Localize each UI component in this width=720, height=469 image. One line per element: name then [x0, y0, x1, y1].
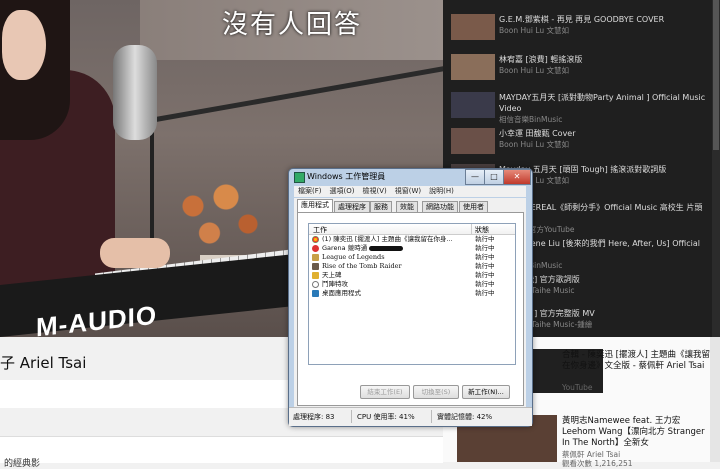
- menu-windows[interactable]: 視窗(W): [395, 186, 421, 197]
- task-name: Rise of the Tomb Raider: [322, 262, 402, 270]
- recommendation-channel: Boon Hui Lu 文慧如: [499, 140, 570, 149]
- cpu-usage: CPU 使用率: 41%: [357, 413, 415, 421]
- singer-face: [2, 10, 46, 80]
- task-row[interactable]: (1) 陳奕迅 [擺渡人] 主題曲《讓我留在你身... 執行中: [309, 235, 515, 244]
- tab-applications[interactable]: 應用程式: [297, 199, 333, 213]
- overwatch-icon: [312, 281, 319, 288]
- task-status: 執行中: [475, 289, 495, 297]
- description-card: [0, 436, 443, 463]
- mic-boom: [149, 65, 443, 123]
- recommendation-title[interactable]: 黃明志Namewee feat. 王力宏 Leehom Wang【漂向北方 St…: [562, 416, 712, 449]
- microphone: [113, 45, 157, 140]
- description-text: 的經典影: [4, 459, 41, 469]
- recommendation-title[interactable]: 林宥嘉 [浪費] 輕搖滾版: [499, 54, 709, 65]
- task-name: (1) 陳奕迅 [擺渡人] 主題曲《讓我留在你身...: [322, 235, 453, 243]
- task-status: 執行中: [475, 244, 495, 252]
- column-task[interactable]: 工作: [313, 225, 327, 235]
- menu-file[interactable]: 檔案(F): [298, 186, 322, 197]
- memory-usage: 實體記憶體: 42%: [437, 413, 493, 421]
- task-row[interactable]: 鬥陣特攻 執行中: [309, 280, 515, 289]
- task-row[interactable]: League of Legends 執行中: [309, 253, 515, 262]
- recommendation-title[interactable]: G.E.M.鄧紫棋 - 再見 再見 GOODBYE COVER: [499, 14, 709, 25]
- desktop-app-icon: [312, 290, 319, 297]
- column-divider[interactable]: [471, 224, 472, 234]
- redaction-mark: [369, 246, 403, 251]
- singer-hand: [100, 238, 170, 268]
- task-row[interactable]: Garena 競時通 - 執行中: [309, 244, 515, 253]
- recommendation-channel: Boon Hui Lu 文慧如: [499, 26, 570, 35]
- task-status: 執行中: [475, 253, 495, 261]
- recommendation-meta: 觀看次數 1,216,251: [562, 459, 633, 468]
- flowers: [160, 170, 270, 260]
- status-divider: [351, 410, 352, 423]
- column-status[interactable]: 狀態: [475, 225, 489, 235]
- recommendation-title[interactable]: MAYDAY五月天 [派對動物Party Animal ] Official M…: [499, 92, 709, 114]
- maximize-button[interactable]: □: [484, 169, 504, 185]
- task-manager-window[interactable]: Windows 工作管理員 — □ ✕ 檔案(F) 選項(O) 檢視(V) 視窗(W)…: [288, 168, 533, 427]
- end-task-button[interactable]: 結束工作(E): [360, 385, 410, 399]
- thumbnail[interactable]: [451, 92, 495, 118]
- title-bar[interactable]: Windows 工作管理員 — □ ✕: [289, 169, 532, 185]
- video-lyric: 沒有人回答: [222, 10, 363, 40]
- list-header: 工作 狀態: [309, 224, 515, 235]
- thumbnail[interactable]: [451, 14, 495, 40]
- menu-help[interactable]: 說明(H): [429, 186, 454, 197]
- status-divider: [431, 410, 432, 423]
- recommendation-title[interactable]: 合輯 - 陳奕迅 [擺渡人] 主題曲《讓我留在你身邊》文全版 - 蔡佩軒 Ari…: [562, 350, 712, 372]
- task-manager-icon: [294, 172, 305, 183]
- applications-panel: 工作 狀態 (1) 陳奕迅 [擺渡人] 主題曲《讓我留在你身... 執行中 Ga…: [297, 212, 524, 406]
- menu-bar: 檔案(F) 選項(O) 檢視(V) 視窗(W) 說明(H): [294, 186, 526, 197]
- close-button[interactable]: ✕: [503, 169, 531, 185]
- switch-to-button[interactable]: 切換至(S): [413, 385, 459, 399]
- task-status: 執行中: [475, 271, 495, 279]
- sidebar-scrollbar[interactable]: [712, 0, 720, 337]
- new-task-button[interactable]: 新工作(N)...: [462, 385, 510, 399]
- game-icon: [312, 272, 319, 279]
- task-status: 執行中: [475, 280, 495, 288]
- task-row[interactable]: Rise of the Tomb Raider 執行中: [309, 262, 515, 271]
- task-list[interactable]: 工作 狀態 (1) 陳奕迅 [擺渡人] 主題曲《讓我留在你身... 執行中 Ga…: [308, 223, 516, 365]
- recommendation-channel: YouTube: [562, 383, 593, 392]
- video-title: 子 Ariel Tsai: [0, 354, 87, 372]
- task-name: 鬥陣特攻: [322, 280, 348, 288]
- task-status: 執行中: [475, 235, 495, 243]
- recommendation-title[interactable]: 小幸運 田馥甄 Cover: [499, 128, 709, 139]
- garena-icon: [312, 245, 319, 252]
- league-icon: [312, 254, 319, 261]
- status-bar: 處理程序: 83 CPU 使用率: 41% 實體記憶體: 42%: [289, 407, 532, 426]
- page-scrollbar[interactable]: [710, 337, 720, 462]
- thumbnail[interactable]: [451, 128, 495, 154]
- task-name: 天上碑: [322, 271, 342, 279]
- task-status: 執行中: [475, 262, 495, 270]
- thumbnail[interactable]: [451, 54, 495, 80]
- window-title: Windows 工作管理員: [307, 172, 386, 181]
- window-body: 應用程式 處理程序 服務 效能 網路功能 使用者 工作 狀態 (1) 陳奕迅 […: [294, 198, 526, 407]
- task-row[interactable]: 桌面應用程式 執行中: [309, 289, 515, 298]
- recommendation-channel: Boon Hui Lu 文慧如: [499, 66, 570, 75]
- menu-view[interactable]: 檢視(V): [362, 186, 386, 197]
- process-count: 處理程序: 83: [293, 413, 335, 421]
- task-name: 桌面應用程式: [322, 289, 361, 297]
- recommendation-channel: 相信音樂BinMusic: [499, 115, 563, 124]
- menu-options[interactable]: 選項(O): [330, 186, 355, 197]
- minimize-button[interactable]: —: [465, 169, 485, 185]
- tomb-raider-icon: [312, 263, 319, 270]
- chrome-icon: [312, 236, 319, 243]
- scrollbar-thumb[interactable]: [713, 0, 719, 150]
- task-row[interactable]: 天上碑 執行中: [309, 271, 515, 280]
- task-name: League of Legends: [322, 253, 385, 261]
